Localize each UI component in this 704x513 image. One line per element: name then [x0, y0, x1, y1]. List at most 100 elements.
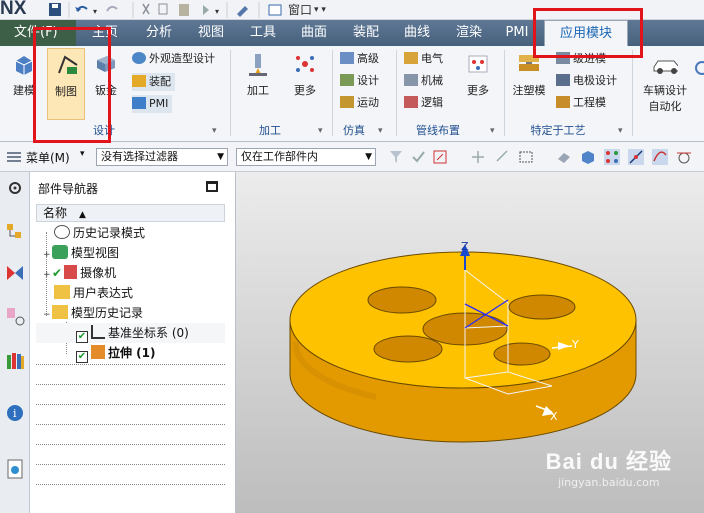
pmi-app-button[interactable]: PMI	[132, 95, 173, 113]
rectangle-select-icon[interactable]	[518, 149, 534, 165]
tab-surface[interactable]: 曲面	[291, 20, 337, 46]
group-divider	[396, 50, 397, 136]
tree-row-label: 模型视图	[71, 246, 120, 260]
electrical-label: 电气	[421, 52, 443, 65]
maximize-icon[interactable]	[206, 181, 218, 192]
routing-more-button[interactable]: 更多	[460, 48, 496, 120]
window-menu[interactable]: 窗口	[288, 2, 312, 18]
simulation-advanced-button[interactable]: 高级	[340, 50, 379, 68]
tree-row-datum-csys[interactable]: ✔ 基准坐标系 (0)	[36, 323, 225, 343]
machining-group-expand-icon[interactable]: ▾	[318, 122, 323, 140]
tree-row-user-expressions[interactable]: 用户表达式	[36, 283, 225, 303]
vehicle-label-line1: 车辆设计	[643, 84, 687, 97]
reuse-library-icon[interactable]	[5, 350, 25, 372]
electrode-design-label: 电极设计	[573, 74, 617, 87]
tangent-snap-icon[interactable]	[676, 149, 692, 165]
solid-body-icon[interactable]	[580, 149, 596, 165]
simulation-group-expand-icon[interactable]: ▾	[378, 122, 383, 140]
constraint-navigator-icon[interactable]	[5, 262, 25, 284]
select-all-icon[interactable]	[410, 149, 426, 165]
motion-icon	[340, 96, 354, 108]
collapse-icon[interactable]: −	[43, 305, 52, 325]
tab-assembly[interactable]: 装配	[343, 20, 389, 46]
electrical-icon	[404, 52, 418, 64]
part-navigator-icon[interactable]	[5, 306, 25, 328]
window-menu-chevron-icon[interactable]: ▾ ▾	[314, 2, 326, 18]
z-axis-label: Z	[461, 240, 469, 253]
group-divider	[504, 50, 505, 136]
tab-analysis[interactable]: 分析	[136, 20, 182, 46]
filter-icon[interactable]	[388, 149, 404, 165]
assembly-app-label: 装配	[149, 75, 171, 88]
menu-chevron-icon[interactable]: ▾	[80, 149, 85, 159]
motion-label: 运动	[357, 96, 379, 109]
column-header-name[interactable]: 名称 ▲	[36, 204, 225, 222]
assembly-navigator-icon[interactable]	[5, 222, 25, 244]
tab-pmi[interactable]: PMI	[498, 20, 536, 46]
tree-row-history-mode[interactable]: 历史记录模式	[36, 223, 225, 243]
tab-curve[interactable]: 曲线	[394, 20, 440, 46]
simulation-design-button[interactable]: 设计	[340, 72, 379, 90]
checkbox-checked-icon[interactable]: ✔	[76, 331, 88, 343]
routing-electrical-button[interactable]: 电气	[404, 50, 443, 68]
process-group-expand-icon[interactable]: ▾	[618, 122, 623, 140]
checkbox-checked-icon[interactable]: ✔	[76, 351, 88, 363]
folder-icon	[54, 285, 70, 299]
routing-group-expand-icon[interactable]: ▾	[490, 122, 495, 140]
tree-row-extrude[interactable]: ✔ 拉伸 (1)	[36, 343, 225, 363]
machining-more-button[interactable]: 更多	[286, 48, 324, 120]
group-divider	[632, 50, 633, 136]
design-group-expand-icon[interactable]: ▾	[212, 122, 217, 140]
tree-row-model-views[interactable]: + 模型视图	[36, 243, 225, 263]
tree-row-label: 摄像机	[80, 266, 117, 280]
snap-endpoint-icon[interactable]	[604, 149, 620, 165]
assembly-app-button[interactable]: 装配	[132, 73, 175, 91]
mechanical-label: 机械	[421, 74, 443, 87]
copy-icon	[158, 3, 168, 15]
curve-snap-icon[interactable]	[652, 149, 668, 165]
tree-row-cameras[interactable]: +✔ 摄像机	[36, 263, 225, 283]
folder-open-icon	[52, 305, 68, 319]
engineering-die-button[interactable]: 工程模	[556, 94, 606, 112]
tab-tools[interactable]: 工具	[240, 20, 286, 46]
info-icon[interactable]: i	[5, 402, 25, 424]
routing-logical-button[interactable]: 逻辑	[404, 94, 443, 112]
tab-render[interactable]: 渲染	[446, 20, 492, 46]
advanced-sim-icon	[340, 52, 354, 64]
nx-logo: NX	[0, 0, 27, 19]
tree-row-model-history[interactable]: − 模型历史记录	[36, 303, 225, 323]
point-icon[interactable]	[470, 149, 486, 165]
shape-studio-label: 外观造型设计	[149, 52, 215, 65]
selection-scope-dropdown[interactable]: 仅在工作部件内 ▼	[236, 148, 376, 166]
routing-mechanical-button[interactable]: 机械	[404, 72, 443, 90]
ribbon-overflow-icon[interactable]	[694, 60, 704, 80]
advanced-sim-label: 高级	[357, 52, 379, 65]
tab-view[interactable]: 视图	[188, 20, 234, 46]
menu-button[interactable]: 菜单(M)	[26, 149, 70, 166]
repeat-icon	[203, 5, 209, 15]
mold-wizard-button[interactable]: 注塑模	[508, 48, 550, 120]
eraser-icon[interactable]	[556, 149, 572, 165]
shape-studio-button[interactable]: 外观造型设计	[132, 50, 215, 68]
snap-point-icon[interactable]	[432, 149, 448, 165]
cut-icon	[142, 3, 150, 15]
gear-icon[interactable]	[5, 178, 25, 200]
electrode-design-button[interactable]: 电极设计	[556, 72, 617, 90]
svg-text:▾: ▾	[93, 7, 97, 16]
mechanical-icon	[404, 74, 418, 86]
manufacturing-button[interactable]: 加工	[238, 48, 278, 120]
motion-button[interactable]: 运动	[340, 94, 379, 112]
expand-icon[interactable]: +	[43, 265, 52, 285]
machining-more-label: 更多	[294, 84, 316, 97]
assembly-icon	[132, 75, 146, 87]
quick-access-icons: ▾ ▾	[49, 2, 282, 18]
locate-icon[interactable]	[494, 149, 510, 165]
hole	[367, 286, 437, 314]
line-snap-icon[interactable]	[628, 149, 644, 165]
shape-studio-icon	[132, 52, 146, 64]
type-filter-dropdown[interactable]: 没有选择过滤器 ▼	[96, 148, 228, 166]
expand-icon[interactable]: +	[43, 245, 52, 265]
vehicle-design-automation-button[interactable]: 车辆设计 自动化	[638, 48, 692, 120]
x-axis-label: X	[550, 410, 558, 423]
web-browser-icon[interactable]	[5, 458, 25, 480]
